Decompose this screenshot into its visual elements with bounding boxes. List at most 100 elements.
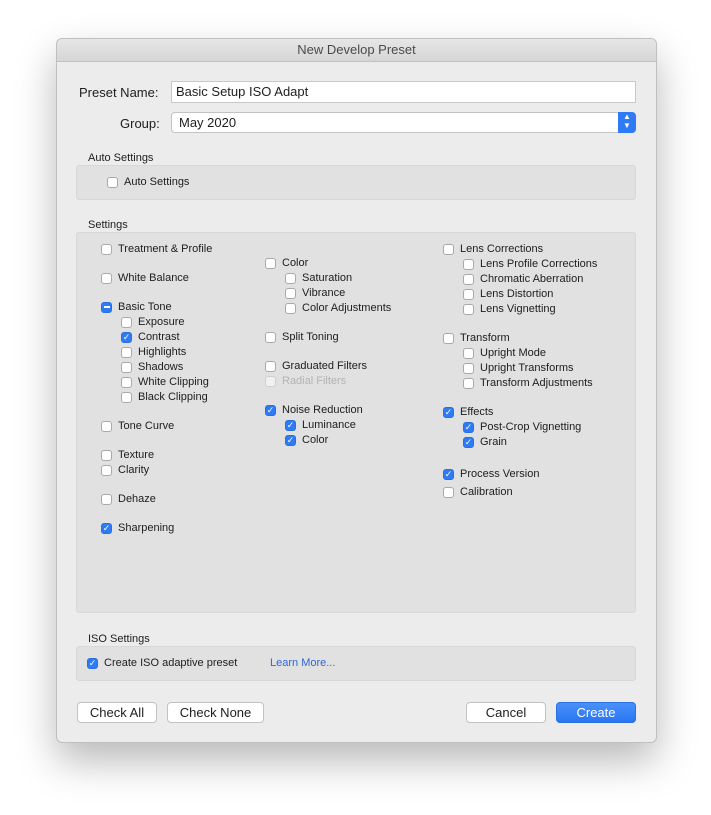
auto-settings-checkbox[interactable]: Auto Settings [107, 175, 189, 189]
checkbox-color[interactable]: Color [265, 256, 308, 270]
iso-settings-title: ISO Settings [88, 633, 150, 645]
checkbox-label: Transform [460, 332, 510, 344]
checkbox-label: Color [282, 257, 309, 269]
checkbox-black-clipping[interactable]: Black Clipping [121, 390, 208, 404]
checkbox-box [101, 464, 112, 476]
checkbox-process-version[interactable]: ✓ Process Version [443, 467, 539, 481]
checkbox-calibration[interactable]: Calibration [443, 485, 513, 499]
checkbox-box [285, 302, 296, 314]
checkbox-lens-profile-corrections[interactable]: Lens Profile Corrections [463, 257, 597, 271]
create-button[interactable]: Create [556, 702, 636, 723]
checkbox-effects[interactable]: ✓ Effects [443, 405, 493, 419]
checkbox-label: Vibrance [302, 287, 346, 299]
checkbox-white-balance[interactable]: White Balance [101, 271, 189, 285]
checkbox-box [463, 288, 474, 300]
checkbox-lens-vignetting[interactable]: Lens Vignetting [463, 302, 556, 316]
check-all-button[interactable]: Check All [77, 702, 157, 723]
checkbox-split-toning[interactable]: Split Toning [265, 330, 339, 344]
checkbox-treatment-and-profile[interactable]: Treatment & Profile [101, 242, 212, 256]
checkbox-box [463, 258, 474, 270]
checkbox-label: Noise Reduction [282, 404, 363, 416]
cancel-button[interactable]: Cancel [466, 702, 546, 723]
checkbox-box [463, 347, 474, 359]
checkbox-exposure[interactable]: Exposure [121, 315, 184, 329]
checkbox-upright-transforms[interactable]: Upright Transforms [463, 361, 574, 375]
checkbox-transform[interactable]: Transform [443, 331, 510, 345]
checkbox-basic-tone[interactable]: Basic Tone [101, 300, 172, 314]
checkbox-label: Lens Vignetting [480, 303, 556, 315]
learn-more-link[interactable]: Learn More... [270, 657, 335, 669]
checkbox-box [265, 360, 276, 372]
checkbox-label: Create ISO adaptive preset [104, 657, 238, 669]
checkbox-noise-reduction[interactable]: ✓ Noise Reduction [265, 403, 363, 417]
checkbox-shadows[interactable]: Shadows [121, 360, 183, 374]
checkbox-label: Highlights [138, 346, 187, 358]
checkbox-tone-curve[interactable]: Tone Curve [101, 419, 174, 433]
checkbox-box: ✓ [463, 436, 474, 448]
checkbox-box: ✓ [443, 468, 454, 480]
checkbox-label: Dehaze [118, 493, 156, 505]
checkbox-label: Black Clipping [138, 391, 208, 403]
checkbox-box [265, 375, 276, 387]
window-title: New Develop Preset [57, 39, 656, 62]
checkbox-luminance[interactable]: ✓ Luminance [285, 418, 356, 432]
group-select-value: May 2020 [179, 115, 237, 130]
checkbox-box [121, 316, 132, 328]
checkbox-grain[interactable]: ✓ Grain [463, 435, 507, 449]
checkbox-box [443, 332, 454, 344]
checkbox-box [463, 362, 474, 374]
chevron-updown-icon: ▲ ▼ [618, 112, 636, 133]
checkbox-box: ✓ [443, 406, 454, 418]
checkbox-color-nr[interactable]: ✓ Color [285, 433, 328, 447]
auto-settings-title: Auto Settings [88, 152, 154, 164]
checkbox-clarity[interactable]: Clarity [101, 463, 149, 477]
checkbox-label: Tone Curve [118, 420, 175, 432]
checkbox-box [443, 486, 454, 498]
checkbox-box [101, 243, 112, 255]
checkbox-vibrance[interactable]: Vibrance [285, 286, 345, 300]
checkbox-saturation[interactable]: Saturation [285, 271, 352, 285]
checkbox-upright-mode[interactable]: Upright Mode [463, 346, 546, 360]
checkbox-box [121, 361, 132, 373]
checkbox-label: Grain [480, 436, 507, 448]
checkbox-contrast[interactable]: ✓ Contrast [121, 330, 180, 344]
checkbox-label: Lens Corrections [460, 243, 544, 255]
settings-title: Settings [88, 219, 128, 231]
checkbox-lens-distortion[interactable]: Lens Distortion [463, 287, 553, 301]
checkbox-dehaze[interactable]: Dehaze [101, 492, 156, 506]
checkbox-label: Auto Settings [124, 176, 190, 188]
checkbox-box [101, 272, 112, 284]
checkbox-texture[interactable]: Texture [101, 448, 154, 462]
checkbox-color-adjustments[interactable]: Color Adjustments [285, 301, 391, 315]
checkbox-label: Lens Profile Corrections [480, 258, 598, 270]
check-none-button[interactable]: Check None [167, 702, 264, 723]
checkbox-box [121, 346, 132, 358]
checkbox-label: Basic Tone [118, 301, 172, 313]
checkbox-label: Radial Filters [282, 375, 347, 387]
checkbox-label: Upright Mode [480, 347, 547, 359]
checkbox-lens-corrections[interactable]: Lens Corrections [443, 242, 543, 256]
checkbox-label: Treatment & Profile [118, 243, 213, 255]
checkbox-label: Chromatic Aberration [480, 273, 584, 285]
checkbox-box [101, 301, 112, 313]
checkbox-box [265, 331, 276, 343]
checkbox-sharpening[interactable]: ✓ Sharpening [101, 521, 174, 535]
checkbox-box [121, 376, 132, 388]
checkbox-post-crop-vignetting[interactable]: ✓ Post-Crop Vignetting [463, 420, 581, 434]
create-iso-adaptive-checkbox[interactable]: ✓ Create ISO adaptive preset [87, 656, 237, 670]
checkbox-box [101, 493, 112, 505]
group-select[interactable]: May 2020 ▲ ▼ [171, 112, 636, 133]
checkbox-label: Contrast [138, 331, 180, 343]
checkbox-label: Color [302, 434, 329, 446]
checkbox-label: Sharpening [118, 522, 175, 534]
group-label: Group: [120, 116, 160, 131]
checkbox-label: Transform Adjustments [480, 377, 593, 389]
preset-name-input[interactable]: Basic Setup ISO Adapt [171, 81, 636, 103]
checkbox-chromatic-aberration[interactable]: Chromatic Aberration [463, 272, 583, 286]
checkbox-white-clipping[interactable]: White Clipping [121, 375, 209, 389]
checkbox-transform-adjustments[interactable]: Transform Adjustments [463, 376, 593, 390]
checkbox-highlights[interactable]: Highlights [121, 345, 186, 359]
checkbox-graduated-filters[interactable]: Graduated Filters [265, 359, 367, 373]
checkbox-label: Shadows [138, 361, 184, 373]
preset-name-label: Preset Name: [79, 85, 159, 100]
